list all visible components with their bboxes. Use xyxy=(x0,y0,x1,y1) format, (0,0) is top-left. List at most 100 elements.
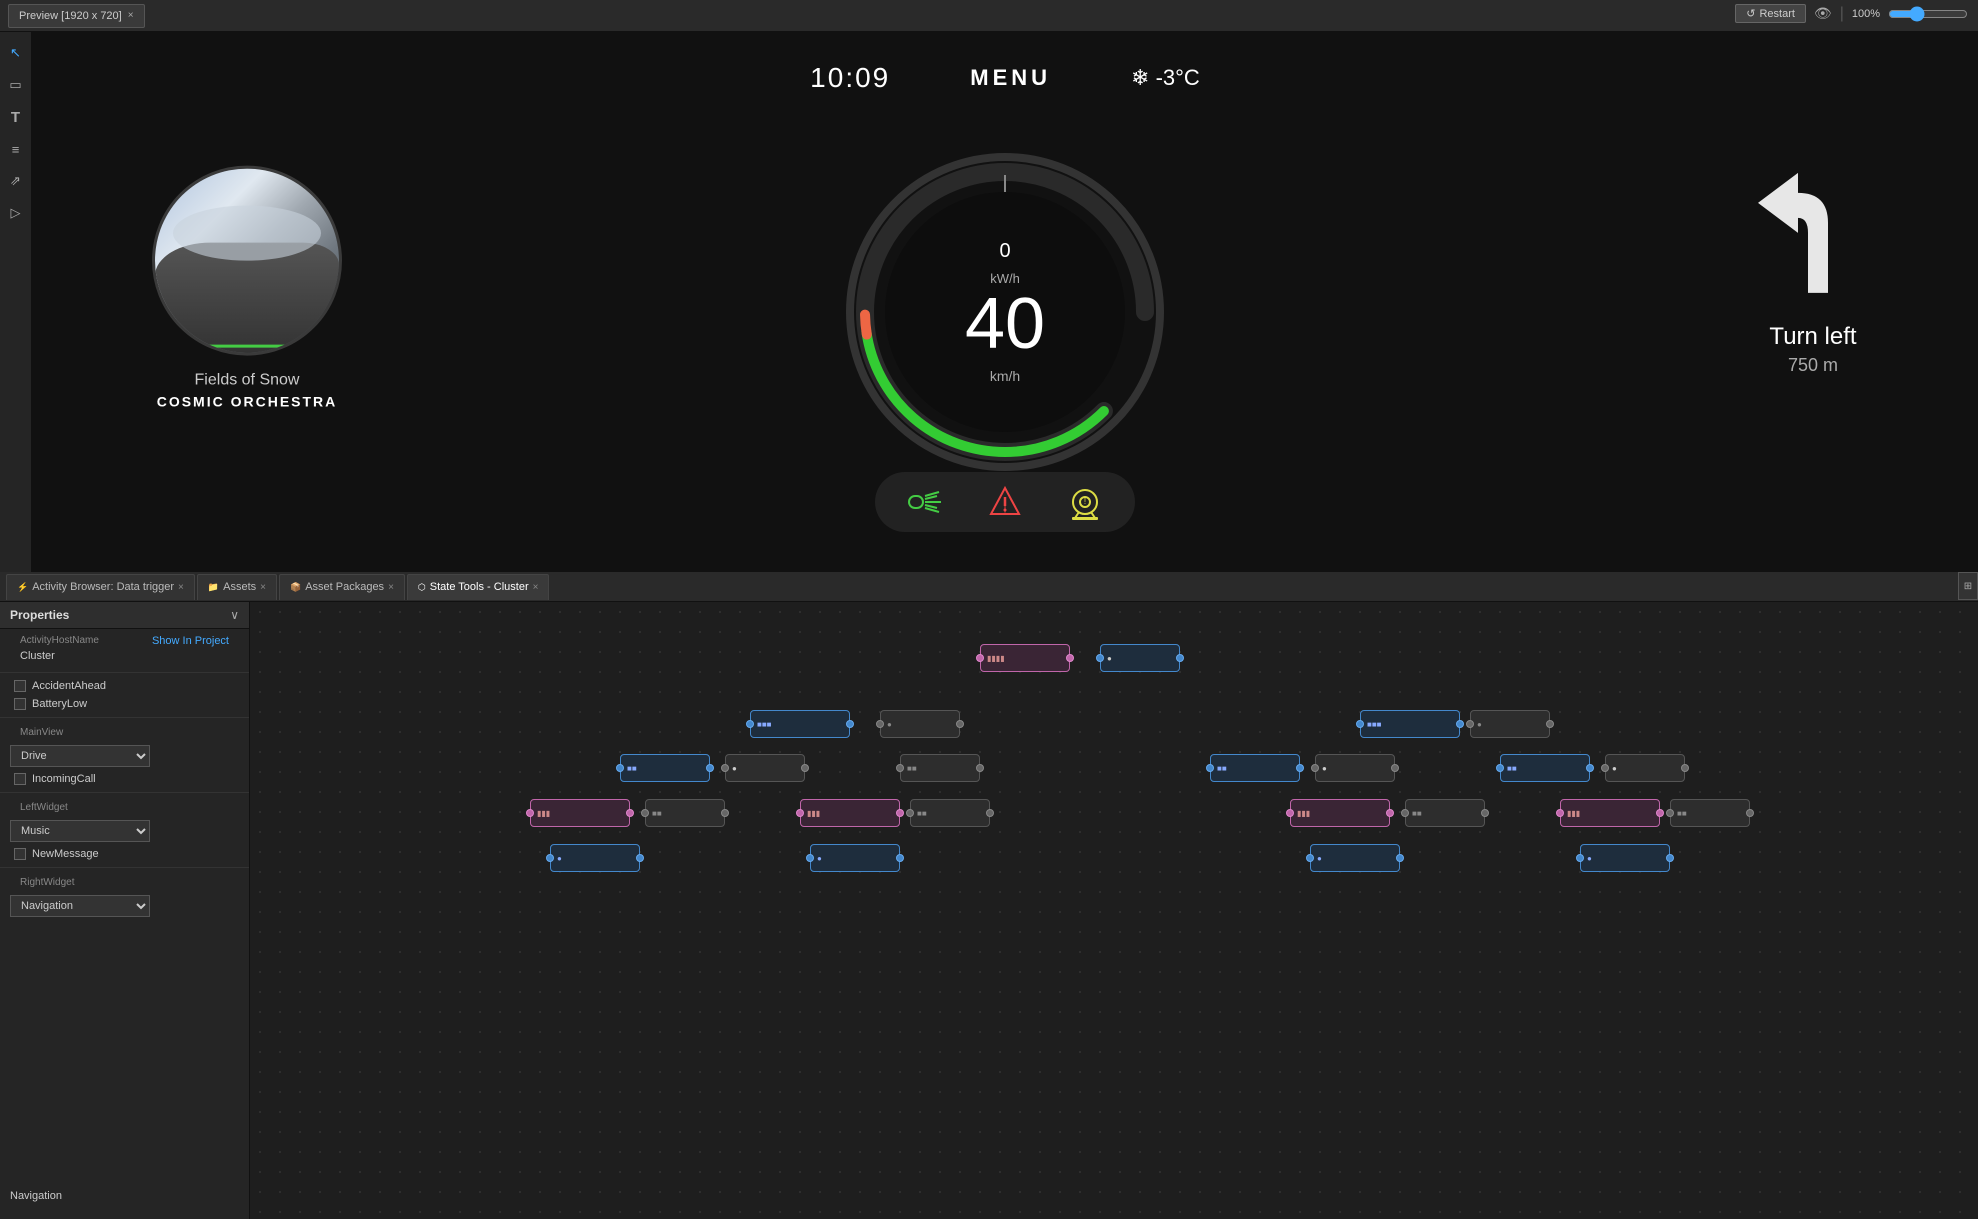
node-row2-a[interactable]: ■■■ xyxy=(750,710,850,738)
video-icon[interactable]: ▷ xyxy=(3,200,29,226)
speedometer: 0 kW/h 40 km/h xyxy=(840,147,1170,477)
speedo-speed-unit: km/h xyxy=(965,368,1045,384)
tab-state-tools-close[interactable]: × xyxy=(533,582,539,593)
layers-icon[interactable]: ≡ xyxy=(3,136,29,162)
accident-ahead-row[interactable]: AccidentAhead xyxy=(0,677,249,695)
node-row4-d[interactable]: ■■ xyxy=(910,799,990,827)
left-widget-select[interactable]: Music Navigation Phone xyxy=(10,820,150,842)
navigation-section: Turn left 750 m xyxy=(1748,163,1878,376)
bottom-panel: ⚡ Activity Browser: Data trigger × 📁 Ass… xyxy=(0,572,1978,1219)
headlight-warning-icon xyxy=(905,482,945,522)
node-row4-h[interactable]: ■■ xyxy=(1670,799,1750,827)
cluster-menu: MENU xyxy=(970,65,1051,91)
svg-text:!: ! xyxy=(1004,505,1007,516)
restart-icon: ↺ xyxy=(1746,7,1755,20)
restart-button[interactable]: ↺ Restart xyxy=(1735,4,1806,23)
album-section: Fields of Snow COSMIC ORCHESTRA xyxy=(152,166,342,410)
battery-low-row[interactable]: BatteryLow xyxy=(0,695,249,713)
nav-bottom-label: Navigation xyxy=(10,1190,62,1202)
tab-asset-packages-close[interactable]: × xyxy=(388,582,394,593)
speedo-power-value: 0 xyxy=(965,240,1045,263)
show-in-project-link[interactable]: Show In Project xyxy=(152,635,239,647)
state-tools-icon: ⬡ xyxy=(418,582,426,593)
tab-asset-packages-label: Asset Packages xyxy=(305,581,384,593)
battery-low-checkbox[interactable] xyxy=(14,698,26,710)
divider-2 xyxy=(0,717,249,718)
tab-activity-browser[interactable]: ⚡ Activity Browser: Data trigger × xyxy=(6,574,195,600)
preview-tab-close[interactable]: × xyxy=(128,10,134,21)
zoom-slider[interactable] xyxy=(1888,6,1968,22)
node-row4-f[interactable]: ■■ xyxy=(1405,799,1485,827)
left-sidebar: ↖ ▭ T ≡ ⇗ ▷ xyxy=(0,32,32,592)
preview-tab-label: Preview [1920 x 720] xyxy=(19,10,122,22)
tab-activity-browser-close[interactable]: × xyxy=(178,582,184,593)
node-row2-d[interactable]: ● xyxy=(1470,710,1550,738)
incoming-call-checkbox[interactable] xyxy=(14,773,26,785)
preview-tab[interactable]: Preview [1920 x 720] × xyxy=(8,4,145,28)
main-view-select[interactable]: Drive Park Reverse xyxy=(10,745,150,767)
node-row5-a[interactable]: ● xyxy=(550,844,640,872)
main-view-label: MainView xyxy=(10,725,73,740)
new-message-checkbox[interactable] xyxy=(14,848,26,860)
node-row5-d[interactable]: ● xyxy=(1580,844,1670,872)
node-graph[interactable]: ▮▮▮▮ ● ■■■ ● ■■■ xyxy=(250,602,1978,1219)
preview-area: 10:09 MENU ❄ -3°C Fields of Snow COSMIC … xyxy=(32,32,1978,592)
node-row4-e[interactable]: ▮▮▮ xyxy=(1290,799,1390,827)
panel-expand-button[interactable]: ⊞ xyxy=(1958,572,1978,600)
node-row2-c[interactable]: ■■■ xyxy=(1360,710,1460,738)
node-row5-c[interactable]: ● xyxy=(1310,844,1400,872)
main-view-label-row: MainView xyxy=(0,722,249,742)
node-row3-c[interactable]: ■■ xyxy=(900,754,980,782)
tab-state-tools[interactable]: ⬡ State Tools - Cluster × xyxy=(407,574,550,600)
tab-assets-close[interactable]: × xyxy=(260,582,266,593)
node-row3-e[interactable]: ● xyxy=(1315,754,1395,782)
pointer-icon[interactable]: ↖ xyxy=(3,40,29,66)
cluster-time: 10:09 xyxy=(810,62,890,94)
node-row2-b[interactable]: ● xyxy=(880,710,960,738)
properties-header: Properties ∨ xyxy=(0,602,249,629)
cluster-dashboard: 10:09 MENU ❄ -3°C Fields of Snow COSMIC … xyxy=(32,32,1978,592)
node-row1-right[interactable]: ● xyxy=(1100,644,1180,672)
nav-distance: 750 m xyxy=(1788,355,1838,376)
properties-title: Properties xyxy=(10,608,69,622)
node-row4-c[interactable]: ▮▮▮ xyxy=(800,799,900,827)
accident-ahead-checkbox[interactable] xyxy=(14,680,26,692)
panel-tabs: ⚡ Activity Browser: Data trigger × 📁 Ass… xyxy=(0,572,1978,602)
properties-expand-icon[interactable]: ∨ xyxy=(230,608,239,622)
node-row3-d[interactable]: ■■ xyxy=(1210,754,1300,782)
tab-assets[interactable]: 📁 Assets × xyxy=(197,574,277,600)
warning-bar: ! ! xyxy=(875,472,1135,532)
node-row1-center[interactable]: ▮▮▮▮ xyxy=(980,644,1070,672)
divider-3 xyxy=(0,792,249,793)
node-row3-g[interactable]: ● xyxy=(1605,754,1685,782)
node-row5-b[interactable]: ● xyxy=(810,844,900,872)
new-message-row[interactable]: NewMessage xyxy=(0,845,249,863)
incoming-call-label: IncomingCall xyxy=(32,773,96,785)
right-widget-label: RightWidget xyxy=(10,875,84,890)
album-image xyxy=(155,169,339,353)
tab-activity-browser-label: Activity Browser: Data trigger xyxy=(32,581,174,593)
properties-panel: Properties ∨ ActivityHostName Show In Pr… xyxy=(0,602,250,1219)
divider-4 xyxy=(0,867,249,868)
new-message-label: NewMessage xyxy=(32,848,99,860)
album-art xyxy=(152,166,342,356)
node-row4-a[interactable]: ▮▮▮ xyxy=(530,799,630,827)
left-widget-label-row: LeftWidget xyxy=(0,797,249,817)
node-row4-b[interactable]: ■■ xyxy=(645,799,725,827)
node-row3-a[interactable]: ■■ xyxy=(620,754,710,782)
svg-text:!: ! xyxy=(1084,497,1086,506)
accident-warning-icon: ! xyxy=(985,482,1025,522)
node-row3-f[interactable]: ■■ xyxy=(1500,754,1590,782)
right-widget-select[interactable]: Navigation Music Phone xyxy=(10,895,150,917)
share-icon[interactable]: ⇗ xyxy=(3,168,29,194)
cluster-weather: ❄ -3°C xyxy=(1131,65,1200,91)
connection-lines-svg xyxy=(250,602,550,752)
tab-asset-packages[interactable]: 📦 Asset Packages × xyxy=(279,574,405,600)
text-icon[interactable]: T xyxy=(3,104,29,130)
incoming-call-row[interactable]: IncomingCall xyxy=(0,770,249,788)
rect-icon[interactable]: ▭ xyxy=(3,72,29,98)
node-row3-b[interactable]: ● xyxy=(725,754,805,782)
asset-packages-icon: 📦 xyxy=(290,582,301,593)
node-row4-g[interactable]: ▮▮▮ xyxy=(1560,799,1660,827)
activity-host-name-value: Cluster xyxy=(20,650,55,662)
